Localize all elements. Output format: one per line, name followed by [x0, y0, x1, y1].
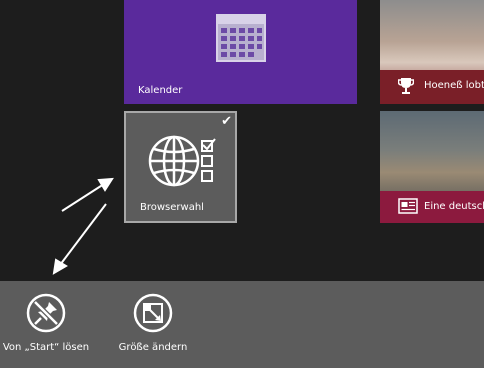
resize-button[interactable]: Größe ändern [107, 281, 199, 368]
news-tile-label: Eine deutsch [424, 201, 484, 212]
globe-checklist-icon [148, 135, 216, 187]
calendar-tile-label: Kalender [138, 85, 183, 96]
news-tile-caption-bar: Eine deutsch [380, 191, 484, 223]
newspaper-icon [398, 198, 418, 214]
news-tile[interactable]: Eine deutsch [380, 111, 484, 223]
unpin-button-label: Von „Start“ lösen [2, 342, 90, 353]
browser-choice-tile-label: Browserwahl [140, 202, 204, 213]
browser-choice-tile[interactable]: ✔ Browserwahl [124, 111, 237, 223]
calendar-icon [216, 14, 266, 62]
sport-tile-caption-bar: Hoeneß lobt [380, 70, 484, 104]
app-bar: Von „Start“ lösen Größe ändern [0, 281, 484, 368]
sport-tile-label: Hoeneß lobt [424, 80, 484, 91]
unpin-icon [26, 293, 66, 333]
calendar-tile[interactable]: Kalender [124, 0, 357, 104]
sport-news-tile[interactable]: Hoeneß lobt [380, 0, 484, 104]
resize-icon [133, 293, 173, 333]
resize-button-label: Größe ändern [118, 342, 188, 353]
unpin-from-start-button[interactable]: Von „Start“ lösen [0, 281, 92, 368]
selected-check-icon: ✔ [221, 114, 232, 129]
trophy-icon [398, 78, 414, 94]
